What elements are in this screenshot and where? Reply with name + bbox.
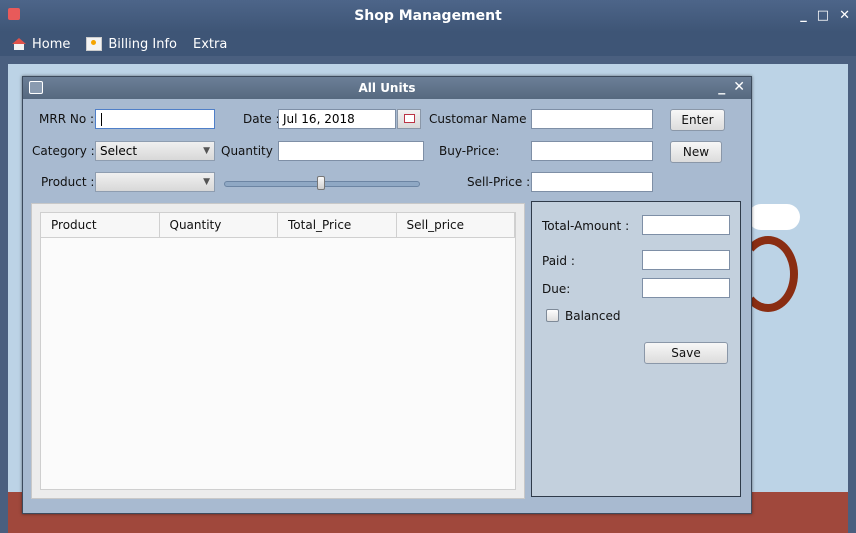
due-label: Due: (542, 282, 571, 296)
chevron-down-icon: ▼ (203, 146, 210, 156)
table-header: Product Quantity Total_Price Sell_price (41, 213, 515, 238)
date-input[interactable]: Jul 16, 2018 (278, 109, 396, 129)
column-header-product[interactable]: Product (41, 213, 160, 237)
table-panel: Product Quantity Total_Price Sell_price (31, 203, 525, 499)
menu-label: Billing Info (108, 36, 177, 52)
frame-minimize-icon[interactable]: _ (718, 79, 725, 95)
form-area: MRR No : Date : Jul 16, 2018 Customar Na… (23, 99, 751, 513)
product-select[interactable]: ▼ (95, 172, 215, 192)
frame-titlebar[interactable]: All Units _ ✕ (23, 77, 751, 99)
buy-price-input[interactable] (531, 141, 653, 161)
column-header-sell-price[interactable]: Sell_price (397, 213, 515, 237)
total-amount-label: Total-Amount : (542, 219, 630, 233)
app-icon (8, 8, 20, 20)
menu-label: Home (32, 36, 71, 52)
app-titlebar: Shop Management _ □ ✕ (0, 0, 856, 32)
billing-icon (86, 37, 103, 51)
enter-button[interactable]: Enter (670, 109, 725, 131)
calendar-icon (404, 114, 415, 123)
slider-thumb[interactable] (317, 176, 325, 190)
total-amount-input[interactable] (642, 215, 730, 235)
window-controls: _ □ ✕ (800, 8, 850, 23)
column-header-total-price[interactable]: Total_Price (278, 213, 397, 237)
quantity-input[interactable] (278, 141, 424, 161)
close-icon[interactable]: ✕ (839, 8, 850, 23)
units-table[interactable]: Product Quantity Total_Price Sell_price (40, 212, 516, 490)
customer-name-input[interactable] (531, 109, 653, 129)
minimize-icon[interactable]: _ (800, 8, 807, 23)
date-picker-button[interactable] (397, 109, 421, 129)
menu-item-home[interactable]: Home (12, 37, 70, 52)
quantity-label: Quantity : (221, 144, 281, 158)
home-icon (12, 38, 26, 50)
text-caret (101, 113, 102, 126)
date-label: Date : (243, 112, 280, 126)
save-button[interactable]: Save (644, 342, 728, 364)
menu-label: Extra (192, 36, 228, 52)
category-selected: Select (100, 144, 138, 158)
mrr-input[interactable] (95, 109, 215, 129)
mrr-label: MRR No : (39, 112, 95, 126)
frame-title: All Units (358, 81, 416, 95)
category-select[interactable]: Select ▼ (95, 141, 215, 161)
summary-panel: Total-Amount : Paid : Due: Balanced Save (531, 201, 741, 497)
frame-icon (29, 81, 43, 94)
maximize-icon[interactable]: □ (817, 8, 829, 23)
column-header-quantity[interactable]: Quantity (160, 213, 278, 237)
app-title: Shop Management (354, 8, 502, 24)
menu-item-billing-info[interactable]: Billing Info (86, 37, 177, 52)
balanced-checkbox[interactable] (546, 309, 559, 322)
chevron-down-icon: ▼ (203, 177, 210, 187)
paid-input[interactable] (642, 250, 730, 270)
frame-close-icon[interactable]: ✕ (733, 79, 745, 95)
category-label: Category :: (32, 144, 99, 158)
buy-price-label: Buy-Price: (439, 144, 500, 158)
menu-bar: Home Billing Info Extra (0, 32, 856, 56)
balanced-label: Balanced (565, 309, 621, 323)
sell-price-input[interactable] (531, 172, 653, 192)
paid-label: Paid : (542, 254, 575, 268)
customer-label: Customar Name : (429, 112, 535, 126)
product-label: Product : (41, 175, 95, 189)
all-units-frame: All Units _ ✕ MRR No : Date : Jul 16, 20… (22, 76, 752, 514)
due-input[interactable] (642, 278, 730, 298)
menu-item-extra[interactable]: Extra (193, 37, 227, 52)
cloud-decoration (748, 204, 800, 230)
sell-price-label: Sell-Price : (467, 175, 531, 189)
new-button[interactable]: New (670, 141, 722, 163)
frame-controls: _ ✕ (718, 79, 745, 95)
